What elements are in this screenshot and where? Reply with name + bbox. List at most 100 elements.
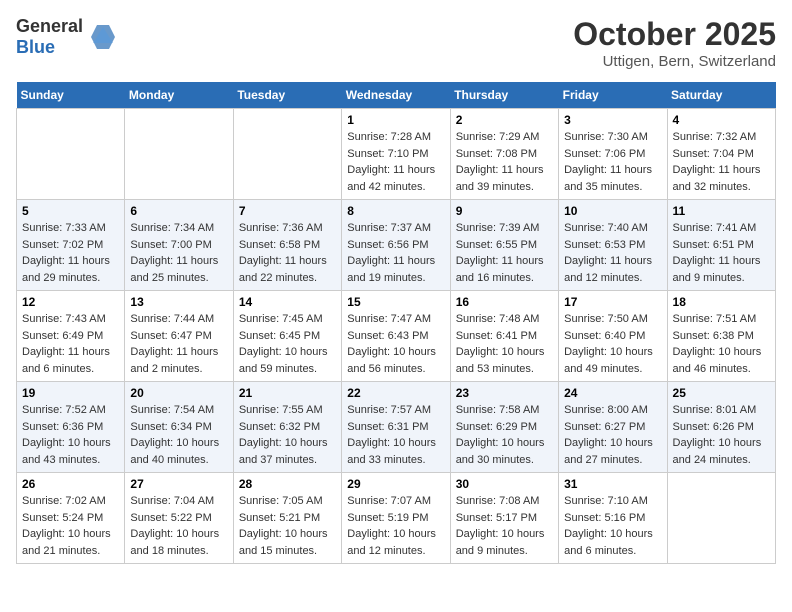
calendar-cell: 26 Sunrise: 7:02 AMSunset: 5:24 PMDayligh… [17, 473, 125, 564]
day-info: Sunrise: 7:45 AMSunset: 6:45 PMDaylight:… [239, 311, 336, 377]
day-number: 3 [564, 113, 661, 127]
calendar-cell: 16 Sunrise: 7:48 AMSunset: 6:41 PMDayligh… [450, 291, 558, 382]
day-number: 16 [456, 295, 553, 309]
day-number: 25 [673, 386, 770, 400]
day-of-week-header: Sunday [17, 82, 125, 109]
day-info: Sunrise: 7:33 AMSunset: 7:02 PMDaylight:… [22, 220, 119, 286]
day-info: Sunrise: 7:10 AMSunset: 5:16 PMDaylight:… [564, 493, 661, 559]
day-of-week-header: Friday [559, 82, 667, 109]
calendar-cell: 29 Sunrise: 7:07 AMSunset: 5:19 PMDayligh… [342, 473, 450, 564]
day-info: Sunrise: 7:44 AMSunset: 6:47 PMDaylight:… [130, 311, 227, 377]
day-info: Sunrise: 7:58 AMSunset: 6:29 PMDaylight:… [456, 402, 553, 468]
day-info: Sunrise: 7:37 AMSunset: 6:56 PMDaylight:… [347, 220, 444, 286]
day-number: 5 [22, 204, 119, 218]
day-number: 9 [456, 204, 553, 218]
calendar-cell [125, 109, 233, 200]
day-info: Sunrise: 7:47 AMSunset: 6:43 PMDaylight:… [347, 311, 444, 377]
day-info: Sunrise: 7:57 AMSunset: 6:31 PMDaylight:… [347, 402, 444, 468]
day-number: 24 [564, 386, 661, 400]
calendar-week-row: 12 Sunrise: 7:43 AMSunset: 6:49 PMDayligh… [17, 291, 776, 382]
calendar-week-row: 1Sunrise: 7:28 AMSunset: 7:10 PMDaylight… [17, 109, 776, 200]
calendar-cell: 14Sunrise: 7:45 AMSunset: 6:45 PMDayligh… [233, 291, 341, 382]
calendar-cell: 25 Sunrise: 8:01 AMSunset: 6:26 PMDayligh… [667, 382, 775, 473]
calendar-cell: 15 Sunrise: 7:47 AMSunset: 6:43 PMDayligh… [342, 291, 450, 382]
calendar-cell: 9 Sunrise: 7:39 AMSunset: 6:55 PMDaylight… [450, 200, 558, 291]
day-number: 8 [347, 204, 444, 218]
day-number: 29 [347, 477, 444, 491]
calendar-week-row: 5 Sunrise: 7:33 AMSunset: 7:02 PMDaylight… [17, 200, 776, 291]
day-number: 21 [239, 386, 336, 400]
day-info: Sunrise: 7:34 AMSunset: 7:00 PMDaylight:… [130, 220, 227, 286]
calendar-header-row: SundayMondayTuesdayWednesdayThursdayFrid… [17, 82, 776, 109]
day-of-week-header: Monday [125, 82, 233, 109]
day-number: 19 [22, 386, 119, 400]
calendar-cell: 6 Sunrise: 7:34 AMSunset: 7:00 PMDaylight… [125, 200, 233, 291]
calendar-cell: 24 Sunrise: 8:00 AMSunset: 6:27 PMDayligh… [559, 382, 667, 473]
calendar-cell: 21Sunrise: 7:55 AMSunset: 6:32 PMDayligh… [233, 382, 341, 473]
day-number: 31 [564, 477, 661, 491]
calendar-cell: 31 Sunrise: 7:10 AMSunset: 5:16 PMDayligh… [559, 473, 667, 564]
day-number: 10 [564, 204, 661, 218]
month-title: October 2025 [573, 16, 776, 53]
day-info: Sunrise: 7:39 AMSunset: 6:55 PMDaylight:… [456, 220, 553, 286]
logo-text: General Blue [16, 16, 83, 58]
day-number: 6 [130, 204, 227, 218]
calendar-cell: 13 Sunrise: 7:44 AMSunset: 6:47 PMDayligh… [125, 291, 233, 382]
logo-blue: Blue [16, 37, 55, 57]
calendar-cell: 30Sunrise: 7:08 AMSunset: 5:17 PMDayligh… [450, 473, 558, 564]
day-number: 23 [456, 386, 553, 400]
calendar-cell [667, 473, 775, 564]
logo-icon [87, 21, 119, 53]
calendar-cell: 10 Sunrise: 7:40 AMSunset: 6:53 PMDayligh… [559, 200, 667, 291]
day-info: Sunrise: 7:08 AMSunset: 5:17 PMDaylight:… [456, 493, 553, 559]
day-number: 15 [347, 295, 444, 309]
calendar-cell: 20Sunrise: 7:54 AMSunset: 6:34 PMDayligh… [125, 382, 233, 473]
day-info: Sunrise: 7:29 AMSunset: 7:08 PMDaylight:… [456, 129, 553, 195]
title-block: October 2025 Uttigen, Bern, Switzerland [573, 16, 776, 70]
day-number: 4 [673, 113, 770, 127]
day-info: Sunrise: 8:01 AMSunset: 6:26 PMDaylight:… [673, 402, 770, 468]
day-info: Sunrise: 7:52 AMSunset: 6:36 PMDaylight:… [22, 402, 119, 468]
logo-general: General [16, 16, 83, 36]
calendar-cell: 27 Sunrise: 7:04 AMSunset: 5:22 PMDayligh… [125, 473, 233, 564]
calendar-cell: 4 Sunrise: 7:32 AMSunset: 7:04 PMDaylight… [667, 109, 775, 200]
day-info: Sunrise: 8:00 AMSunset: 6:27 PMDaylight:… [564, 402, 661, 468]
calendar-cell [233, 109, 341, 200]
day-of-week-header: Thursday [450, 82, 558, 109]
calendar-cell: 12 Sunrise: 7:43 AMSunset: 6:49 PMDayligh… [17, 291, 125, 382]
day-info: Sunrise: 7:02 AMSunset: 5:24 PMDaylight:… [22, 493, 119, 559]
calendar-cell [17, 109, 125, 200]
page-header: General Blue October 2025 Uttigen, Bern,… [16, 16, 776, 70]
day-info: Sunrise: 7:43 AMSunset: 6:49 PMDaylight:… [22, 311, 119, 377]
day-number: 12 [22, 295, 119, 309]
day-number: 22 [347, 386, 444, 400]
calendar-cell: 5 Sunrise: 7:33 AMSunset: 7:02 PMDaylight… [17, 200, 125, 291]
calendar-week-row: 19 Sunrise: 7:52 AMSunset: 6:36 PMDayligh… [17, 382, 776, 473]
calendar-cell: 7Sunrise: 7:36 AMSunset: 6:58 PMDaylight… [233, 200, 341, 291]
calendar-cell: 1Sunrise: 7:28 AMSunset: 7:10 PMDaylight… [342, 109, 450, 200]
day-info: Sunrise: 7:07 AMSunset: 5:19 PMDaylight:… [347, 493, 444, 559]
day-number: 17 [564, 295, 661, 309]
calendar-cell: 11Sunrise: 7:41 AMSunset: 6:51 PMDayligh… [667, 200, 775, 291]
day-info: Sunrise: 7:48 AMSunset: 6:41 PMDaylight:… [456, 311, 553, 377]
day-info: Sunrise: 7:28 AMSunset: 7:10 PMDaylight:… [347, 129, 444, 195]
calendar-cell: 23 Sunrise: 7:58 AMSunset: 6:29 PMDayligh… [450, 382, 558, 473]
day-of-week-header: Tuesday [233, 82, 341, 109]
day-info: Sunrise: 7:30 AMSunset: 7:06 PMDaylight:… [564, 129, 661, 195]
day-info: Sunrise: 7:05 AMSunset: 5:21 PMDaylight:… [239, 493, 336, 559]
day-info: Sunrise: 7:40 AMSunset: 6:53 PMDaylight:… [564, 220, 661, 286]
day-number: 27 [130, 477, 227, 491]
day-info: Sunrise: 7:51 AMSunset: 6:38 PMDaylight:… [673, 311, 770, 377]
day-number: 26 [22, 477, 119, 491]
day-number: 13 [130, 295, 227, 309]
day-info: Sunrise: 7:04 AMSunset: 5:22 PMDaylight:… [130, 493, 227, 559]
day-info: Sunrise: 7:32 AMSunset: 7:04 PMDaylight:… [673, 129, 770, 195]
calendar-cell: 28Sunrise: 7:05 AMSunset: 5:21 PMDayligh… [233, 473, 341, 564]
logo: General Blue [16, 16, 119, 58]
day-info: Sunrise: 7:54 AMSunset: 6:34 PMDaylight:… [130, 402, 227, 468]
day-number: 2 [456, 113, 553, 127]
calendar-cell: 8 Sunrise: 7:37 AMSunset: 6:56 PMDaylight… [342, 200, 450, 291]
day-info: Sunrise: 7:50 AMSunset: 6:40 PMDaylight:… [564, 311, 661, 377]
day-of-week-header: Saturday [667, 82, 775, 109]
calendar-table: SundayMondayTuesdayWednesdayThursdayFrid… [16, 82, 776, 564]
